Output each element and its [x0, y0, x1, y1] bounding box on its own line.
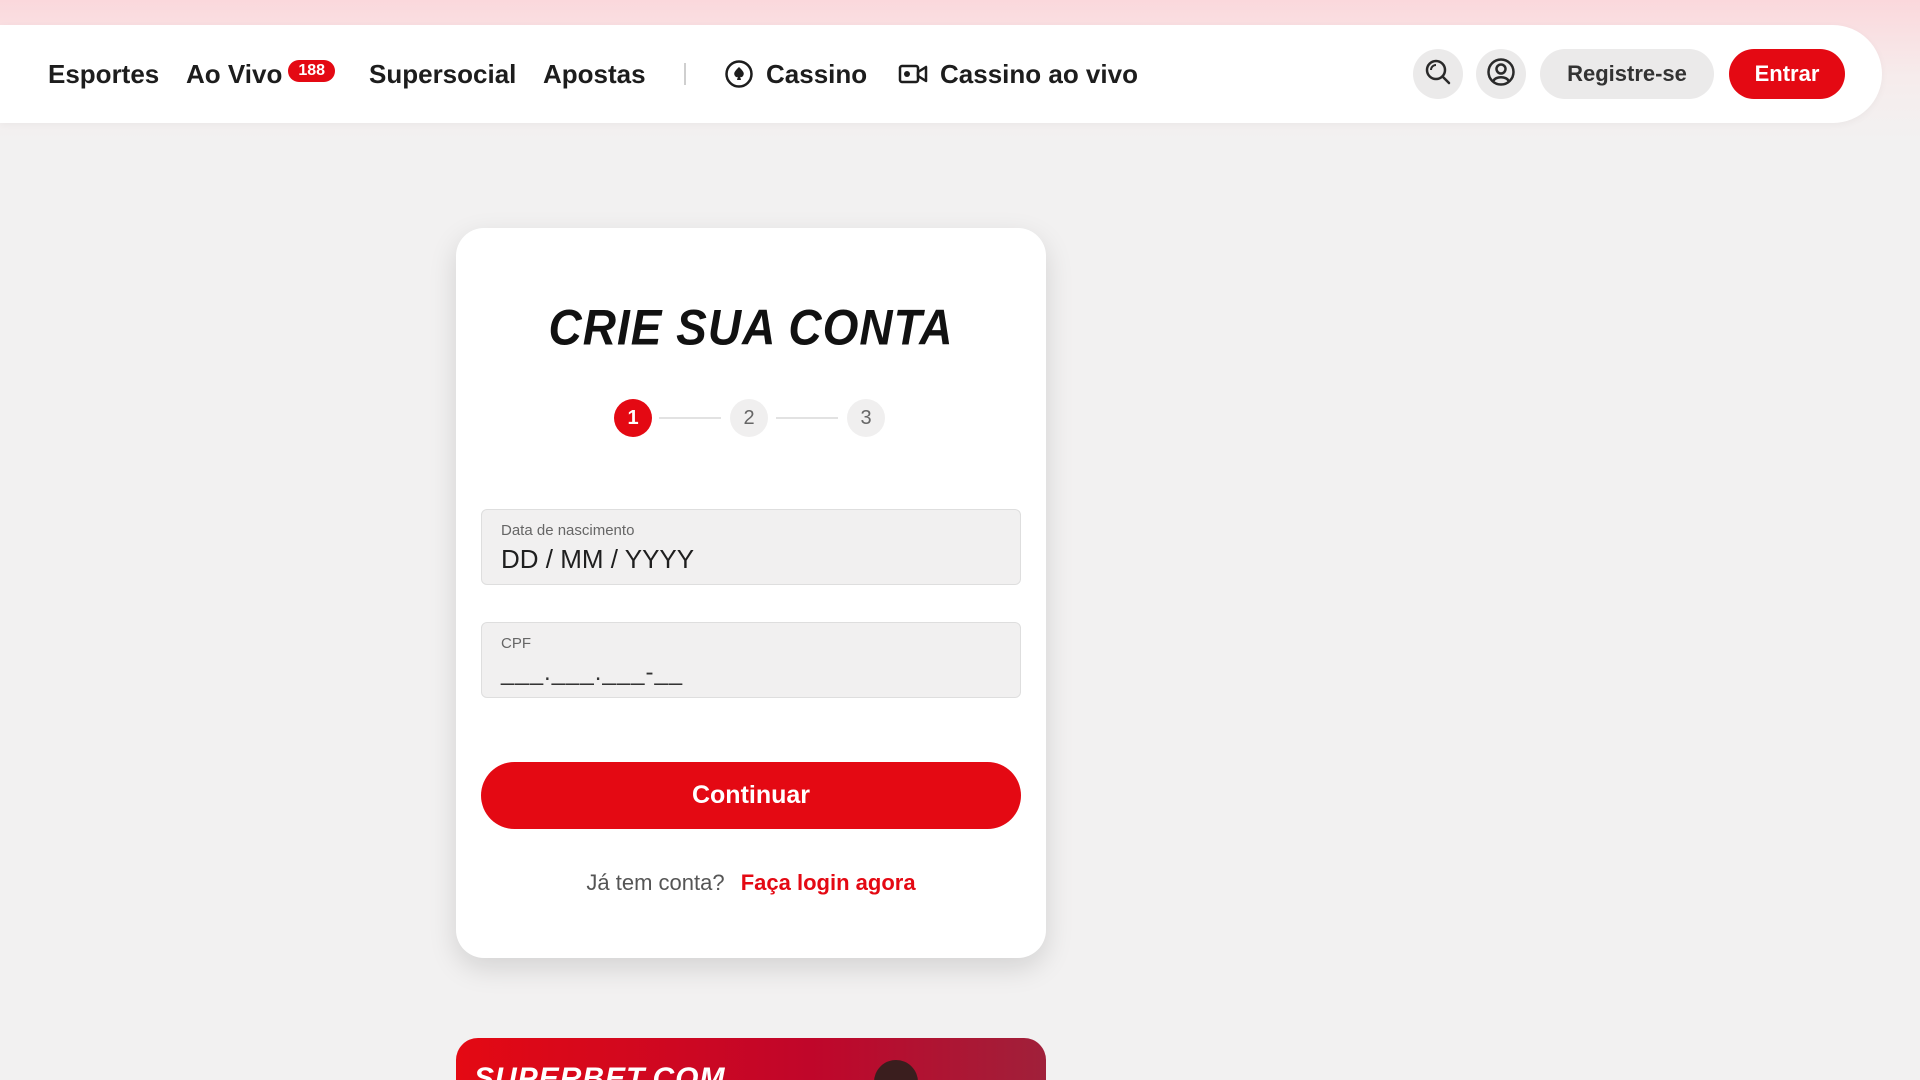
- signup-title: CRIE SUA CONTA: [548, 298, 954, 356]
- nav-apostas-label: Apostas: [543, 58, 646, 89]
- search-button[interactable]: [1413, 49, 1463, 99]
- step-1-indicator: 1: [614, 399, 652, 437]
- nav-cassino[interactable]: Cassino: [724, 25, 867, 123]
- login-button[interactable]: Entrar: [1729, 49, 1845, 99]
- login-prompt: Já tem conta? Faça login agora: [456, 870, 1046, 896]
- live-count-badge: 188: [288, 60, 336, 82]
- step-2-indicator: 2: [730, 399, 768, 437]
- top-navbar: Esportes Ao Vivo 188 Supersocial Apostas…: [0, 25, 1882, 123]
- step-connector: [776, 417, 838, 419]
- banner-text: SUPERBET.COM: [474, 1062, 726, 1080]
- continue-button[interactable]: Continuar: [481, 762, 1021, 829]
- login-now-link[interactable]: Faça login agora: [741, 870, 916, 895]
- nav-esportes[interactable]: Esportes: [48, 25, 159, 123]
- has-account-text: Já tem conta?: [586, 870, 725, 895]
- promo-banner[interactable]: SUPERBET.COM: [456, 1038, 1046, 1080]
- nav-esportes-label: Esportes: [48, 58, 160, 89]
- birthdate-input[interactable]: [501, 544, 1001, 575]
- register-button[interactable]: Registre-se: [1540, 49, 1714, 99]
- nav-supersocial[interactable]: Supersocial: [369, 25, 516, 123]
- nav-divider: [684, 63, 686, 85]
- birthdate-field[interactable]: Data de nascimento: [481, 509, 1021, 585]
- nav-cassino-label: Cassino: [766, 58, 868, 89]
- nav-cassino-ao-vivo[interactable]: Cassino ao vivo: [898, 25, 1138, 123]
- cpf-label: CPF: [501, 635, 531, 652]
- cpf-field[interactable]: CPF ___.___.___-__: [481, 622, 1021, 698]
- nav-apostas[interactable]: Apostas: [543, 25, 646, 123]
- nav-cassino-ao-vivo-label: Cassino ao vivo: [940, 58, 1138, 89]
- step-3-indicator: 3: [847, 399, 885, 437]
- banner-player-image: [874, 1060, 918, 1080]
- cpf-input[interactable]: ___.___.___-__: [501, 659, 1001, 687]
- birthdate-label: Data de nascimento: [501, 522, 635, 539]
- signup-card: CRIE SUA CONTA 1 2 3 Data de nascimento …: [456, 228, 1046, 958]
- search-icon: [1424, 58, 1452, 91]
- account-button[interactable]: [1476, 49, 1526, 99]
- step-connector: [659, 417, 721, 419]
- video-camera-icon: [898, 61, 928, 87]
- nav-ao-vivo-label: Ao Vivo: [186, 58, 283, 89]
- nav-ao-vivo[interactable]: Ao Vivo 188: [186, 25, 336, 123]
- user-avatar-icon: [1486, 57, 1516, 92]
- casino-chip-icon: [724, 59, 754, 89]
- nav-supersocial-label: Supersocial: [369, 58, 517, 89]
